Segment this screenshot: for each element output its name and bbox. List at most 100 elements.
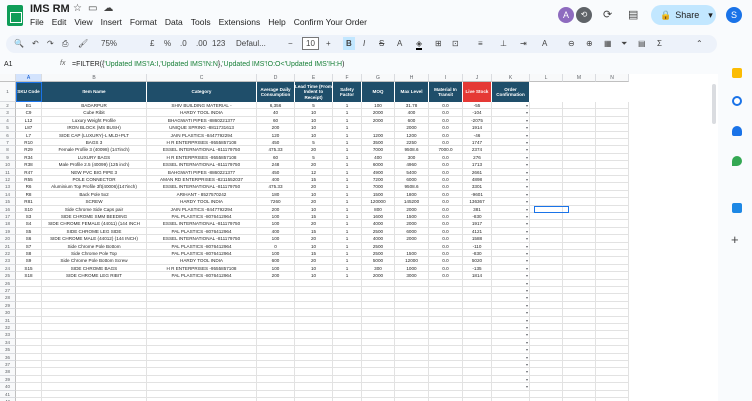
chevron-down-icon[interactable]: ▾ bbox=[708, 10, 713, 20]
empty-cell[interactable] bbox=[429, 309, 463, 317]
table-cell[interactable]: 6000 bbox=[395, 176, 429, 184]
borders-icon[interactable]: ⊞ bbox=[435, 39, 442, 48]
table-cell[interactable]: 300 bbox=[362, 264, 395, 273]
empty-cell[interactable] bbox=[333, 353, 362, 361]
table-cell[interactable]: 100 bbox=[257, 264, 295, 273]
empty-cell[interactable] bbox=[463, 338, 492, 347]
empty-cell[interactable] bbox=[596, 331, 629, 339]
menu-confirm-order[interactable]: Confirm Your Order bbox=[294, 17, 367, 27]
table-cell[interactable]: 10 bbox=[295, 116, 333, 125]
table-cell[interactable]: BADARPUR bbox=[42, 102, 147, 110]
table-cell[interactable] bbox=[563, 213, 596, 221]
table-cell[interactable]: 10 bbox=[295, 131, 333, 139]
order-confirmation-dropdown[interactable]: ▾ bbox=[492, 257, 530, 265]
table-cell[interactable]: 0.0 bbox=[429, 168, 463, 176]
italic-button[interactable]: I bbox=[363, 39, 365, 48]
empty-cell[interactable] bbox=[16, 324, 42, 332]
order-confirmation-dropdown[interactable]: ▾ bbox=[492, 361, 530, 369]
order-confirmation-dropdown[interactable]: ▾ bbox=[492, 235, 530, 243]
text-color-button[interactable]: A bbox=[397, 39, 402, 48]
table-cell[interactable]: 1 bbox=[333, 235, 362, 243]
empty-cell[interactable] bbox=[596, 294, 629, 302]
table-cell[interactable]: S15 bbox=[16, 264, 42, 273]
table-cell[interactable]: BHAGWATI PIPES -8860221377 bbox=[147, 116, 257, 125]
table-cell[interactable]: 1600 bbox=[362, 213, 395, 221]
empty-cell[interactable] bbox=[395, 316, 429, 324]
empty-cell[interactable] bbox=[362, 287, 395, 295]
empty-cell[interactable] bbox=[463, 346, 492, 354]
empty-cell[interactable] bbox=[16, 361, 42, 369]
empty-cell[interactable] bbox=[295, 287, 333, 295]
table-cell[interactable]: 0.0 bbox=[429, 257, 463, 265]
empty-cell[interactable] bbox=[596, 309, 629, 317]
table-cell[interactable]: 1 bbox=[333, 227, 362, 236]
table-cell[interactable]: 1 bbox=[333, 183, 362, 191]
empty-cell[interactable] bbox=[429, 331, 463, 339]
empty-cell[interactable] bbox=[257, 375, 295, 384]
order-confirmation-dropdown[interactable]: ▾ bbox=[492, 161, 530, 169]
table-cell[interactable]: AMAN RD ENTERPRISES -8211552037 bbox=[147, 176, 257, 184]
table-cell[interactable]: 0.0 bbox=[429, 272, 463, 280]
strikethrough-button[interactable]: S bbox=[379, 39, 384, 48]
table-cell[interactable] bbox=[596, 227, 629, 236]
table-cell[interactable] bbox=[530, 250, 563, 258]
table-cell[interactable]: 7000.0 bbox=[429, 146, 463, 154]
column-header[interactable]: F bbox=[333, 74, 362, 82]
table-cell[interactable]: 60 bbox=[257, 116, 295, 125]
table-cell[interactable]: Male Profile 2.5 (40099) (125 inch) bbox=[42, 161, 147, 169]
order-confirmation-dropdown[interactable]: ▾ bbox=[492, 176, 530, 184]
table-cell[interactable]: 100 bbox=[257, 213, 295, 221]
empty-cell[interactable] bbox=[429, 287, 463, 295]
empty-cell[interactable] bbox=[42, 383, 147, 391]
table-cell[interactable]: Back Pole 5x2 bbox=[42, 190, 147, 199]
empty-cell[interactable] bbox=[147, 368, 257, 376]
empty-cell[interactable] bbox=[429, 346, 463, 354]
table-cell[interactable] bbox=[530, 168, 563, 176]
column-header[interactable]: B bbox=[42, 74, 147, 82]
table-cell[interactable]: 145200 bbox=[395, 198, 429, 206]
table-header-cell[interactable]: Order Confirmation bbox=[492, 82, 530, 102]
table-cell[interactable]: 2000 bbox=[362, 116, 395, 125]
empty-cell[interactable] bbox=[42, 287, 147, 295]
empty-cell[interactable] bbox=[257, 390, 295, 398]
empty-cell[interactable] bbox=[362, 294, 395, 302]
table-cell[interactable]: 5000 bbox=[362, 257, 395, 265]
table-cell[interactable] bbox=[596, 264, 629, 273]
empty-cell[interactable] bbox=[530, 361, 563, 369]
table-cell[interactable]: 9508.6 bbox=[395, 183, 429, 191]
table-cell[interactable]: 248 bbox=[257, 161, 295, 169]
empty-cell[interactable] bbox=[257, 294, 295, 302]
empty-cell[interactable] bbox=[16, 294, 42, 302]
row-header[interactable]: 23 bbox=[0, 257, 16, 265]
empty-cell[interactable] bbox=[362, 361, 395, 369]
empty-cell[interactable] bbox=[563, 324, 596, 332]
redo-icon[interactable]: ↷ bbox=[47, 39, 54, 48]
table-cell[interactable]: 0.0 bbox=[429, 183, 463, 191]
empty-cell[interactable] bbox=[596, 346, 629, 354]
table-cell[interactable]: R29 bbox=[16, 146, 42, 154]
column-header[interactable]: M bbox=[563, 74, 596, 82]
table-cell[interactable]: S6 bbox=[16, 235, 42, 243]
table-cell[interactable]: L12 bbox=[16, 116, 42, 125]
table-cell[interactable]: R81 bbox=[16, 198, 42, 206]
empty-cell[interactable] bbox=[530, 316, 563, 324]
table-cell[interactable]: IRON BLOCK (MS BUSH) bbox=[42, 124, 147, 132]
empty-cell[interactable] bbox=[395, 338, 429, 347]
menu-help[interactable]: Help bbox=[268, 17, 285, 27]
empty-cell[interactable] bbox=[530, 324, 563, 332]
table-cell[interactable]: SIDE CHROME LEG RIBIT bbox=[42, 272, 147, 280]
empty-cell[interactable] bbox=[16, 346, 42, 354]
table-cell[interactable]: 1814 bbox=[463, 272, 492, 280]
column-header[interactable]: A bbox=[16, 74, 42, 82]
empty-cell[interactable] bbox=[42, 368, 147, 376]
table-cell[interactable]: 1 bbox=[333, 264, 362, 273]
table-cell[interactable]: 1000 bbox=[395, 264, 429, 273]
column-header[interactable]: J bbox=[463, 74, 492, 82]
row-header[interactable]: 7 bbox=[0, 139, 16, 147]
order-confirmation-dropdown[interactable]: ▾ bbox=[492, 324, 530, 332]
document-title[interactable]: IMS RM bbox=[30, 3, 70, 15]
empty-cell[interactable] bbox=[147, 383, 257, 391]
maps-icon[interactable] bbox=[732, 156, 742, 166]
row-header[interactable]: 8 bbox=[0, 146, 16, 154]
empty-cell[interactable] bbox=[257, 316, 295, 324]
